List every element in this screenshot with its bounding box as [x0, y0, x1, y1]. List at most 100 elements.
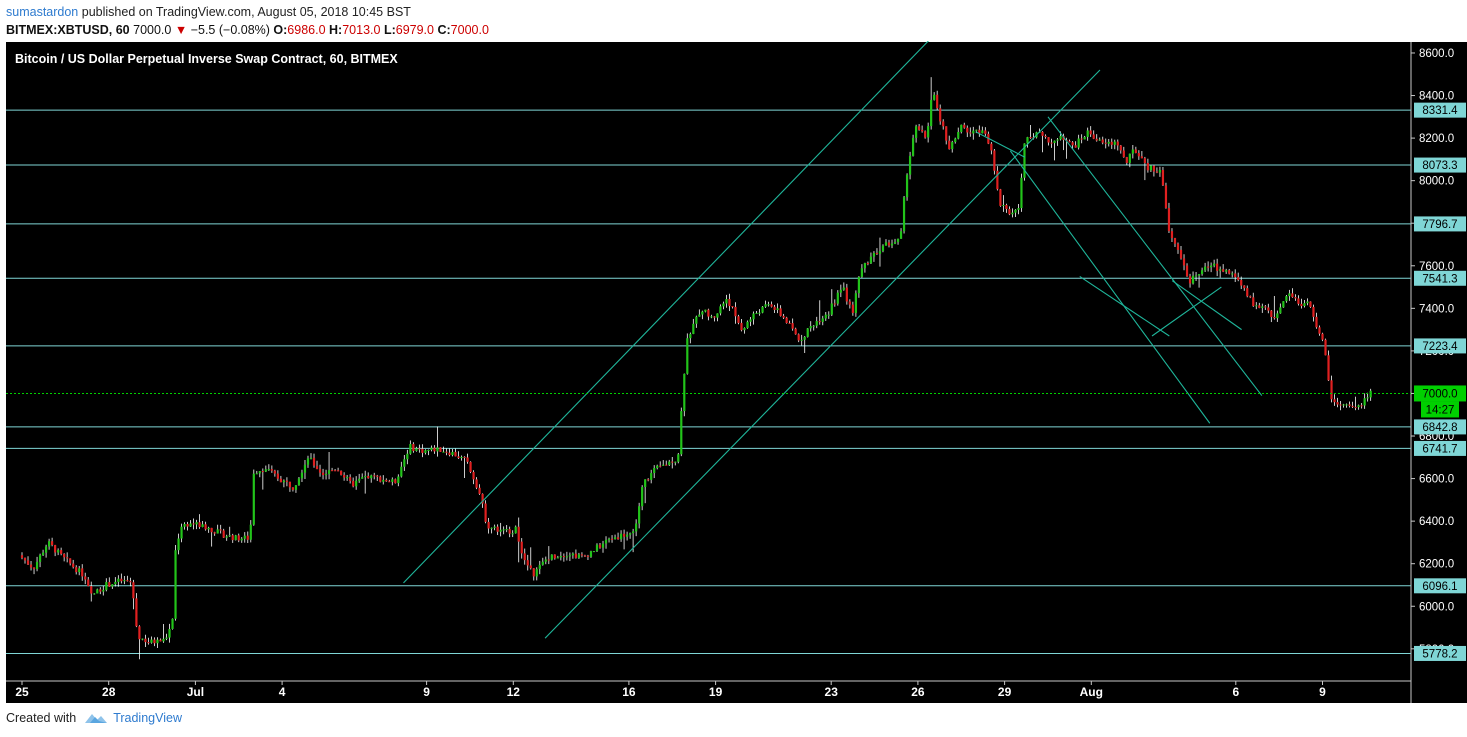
- candle-body: [96, 589, 99, 594]
- candle-body: [716, 313, 719, 318]
- low-value: 6979.0: [395, 23, 434, 37]
- close-value: 7000.0: [450, 23, 489, 37]
- candle-body: [379, 476, 382, 482]
- candle-body: [797, 334, 800, 341]
- candle-body: [210, 527, 213, 533]
- level-label: 5778.2: [1422, 648, 1457, 660]
- candle-body: [1083, 136, 1086, 140]
- candle-body: [1098, 139, 1101, 141]
- candle-body: [779, 308, 782, 316]
- author-link[interactable]: sumastardon: [6, 5, 78, 19]
- candle-body: [568, 555, 571, 557]
- candle-body: [1182, 258, 1186, 266]
- candle-body: [1164, 185, 1168, 208]
- candle-body: [84, 576, 87, 580]
- candle-body: [117, 578, 120, 582]
- candle-body: [150, 639, 153, 643]
- candle-body: [1056, 139, 1059, 141]
- candle-body: [276, 473, 279, 479]
- candle-body: [135, 598, 138, 627]
- candle-body: [502, 529, 505, 531]
- candle-body: [237, 535, 240, 541]
- level-label: 6842.8: [1422, 422, 1457, 434]
- candle-body: [385, 479, 388, 482]
- candle-body: [752, 313, 755, 320]
- candle-body: [902, 197, 906, 232]
- candle-body: [616, 537, 620, 540]
- candle-body: [340, 470, 343, 475]
- candle-body: [412, 444, 415, 451]
- candle-body: [589, 551, 593, 557]
- candle-body: [884, 242, 888, 246]
- candle-body: [252, 473, 255, 525]
- candle-body: [767, 304, 770, 306]
- candle-body: [665, 464, 668, 466]
- candle-body: [1080, 138, 1083, 140]
- candle-body: [1312, 306, 1315, 317]
- candle-body: [999, 189, 1002, 206]
- x-tick-label: Aug: [1080, 685, 1103, 699]
- candle-body: [1222, 269, 1225, 272]
- candle-body: [1137, 153, 1140, 157]
- candle-body: [659, 465, 662, 467]
- candle-body: [692, 323, 695, 334]
- candlestick-chart[interactable]: 5800.06000.06200.06400.06600.06800.07000…: [0, 33, 1467, 705]
- candle-body: [939, 108, 942, 122]
- candle-body: [662, 464, 665, 466]
- candle-body: [936, 94, 939, 109]
- candle-body: [225, 536, 228, 538]
- candle-body: [601, 543, 605, 548]
- candle-body: [529, 565, 532, 569]
- candle-body: [279, 478, 282, 483]
- last-price-text: 7000.0: [133, 23, 172, 37]
- chart-area[interactable]: 5800.06000.06200.06400.06600.06800.07000…: [0, 33, 1467, 705]
- candle-body: [472, 471, 475, 480]
- x-tick-label: 25: [15, 685, 29, 699]
- candle-body: [812, 325, 815, 327]
- x-tick-label: 26: [911, 685, 925, 699]
- candle-body: [26, 560, 30, 565]
- level-label: 6096.1: [1422, 581, 1457, 593]
- candle-body: [1267, 307, 1270, 311]
- candle-body: [830, 303, 833, 315]
- tradingview-brand-link[interactable]: TradingView: [113, 711, 182, 725]
- candle-body: [559, 556, 562, 558]
- candle-body: [794, 328, 797, 335]
- candle-body: [686, 338, 689, 374]
- candle-body: [1228, 270, 1231, 274]
- candle-body: [168, 628, 171, 638]
- candle-body: [144, 638, 147, 643]
- candle-body: [541, 561, 544, 565]
- candle-body: [758, 312, 761, 314]
- candle-body: [90, 586, 93, 594]
- candle-body: [869, 256, 873, 264]
- candle-body: [532, 568, 535, 577]
- last-price-label: 7000.0: [1422, 388, 1457, 400]
- candle-body: [291, 487, 295, 490]
- candle-body: [586, 555, 590, 557]
- candle-body: [23, 557, 27, 561]
- candle-body: [761, 306, 764, 313]
- candle-body: [710, 316, 713, 318]
- candle-body: [905, 174, 909, 198]
- level-label: 8073.3: [1422, 160, 1457, 172]
- candle-body: [54, 545, 57, 553]
- candle-body: [984, 130, 987, 134]
- candle-body: [1107, 141, 1110, 144]
- candle-body: [713, 316, 716, 318]
- candle-body: [1291, 293, 1294, 298]
- candle-body: [1167, 207, 1171, 232]
- candle-body: [1149, 165, 1153, 171]
- candle-body: [32, 567, 36, 569]
- candle-body: [1351, 405, 1354, 407]
- candle-body: [484, 503, 487, 522]
- candle-body: [1089, 130, 1092, 135]
- candle-body: [264, 469, 267, 472]
- candle-body: [243, 535, 246, 539]
- candle-body: [138, 626, 141, 640]
- candle-body: [975, 129, 978, 131]
- tradingview-logo-icon: [85, 714, 108, 723]
- y-tick-label: 6000.0: [1419, 601, 1454, 613]
- candle-body: [1200, 270, 1204, 275]
- candle-body: [409, 444, 412, 454]
